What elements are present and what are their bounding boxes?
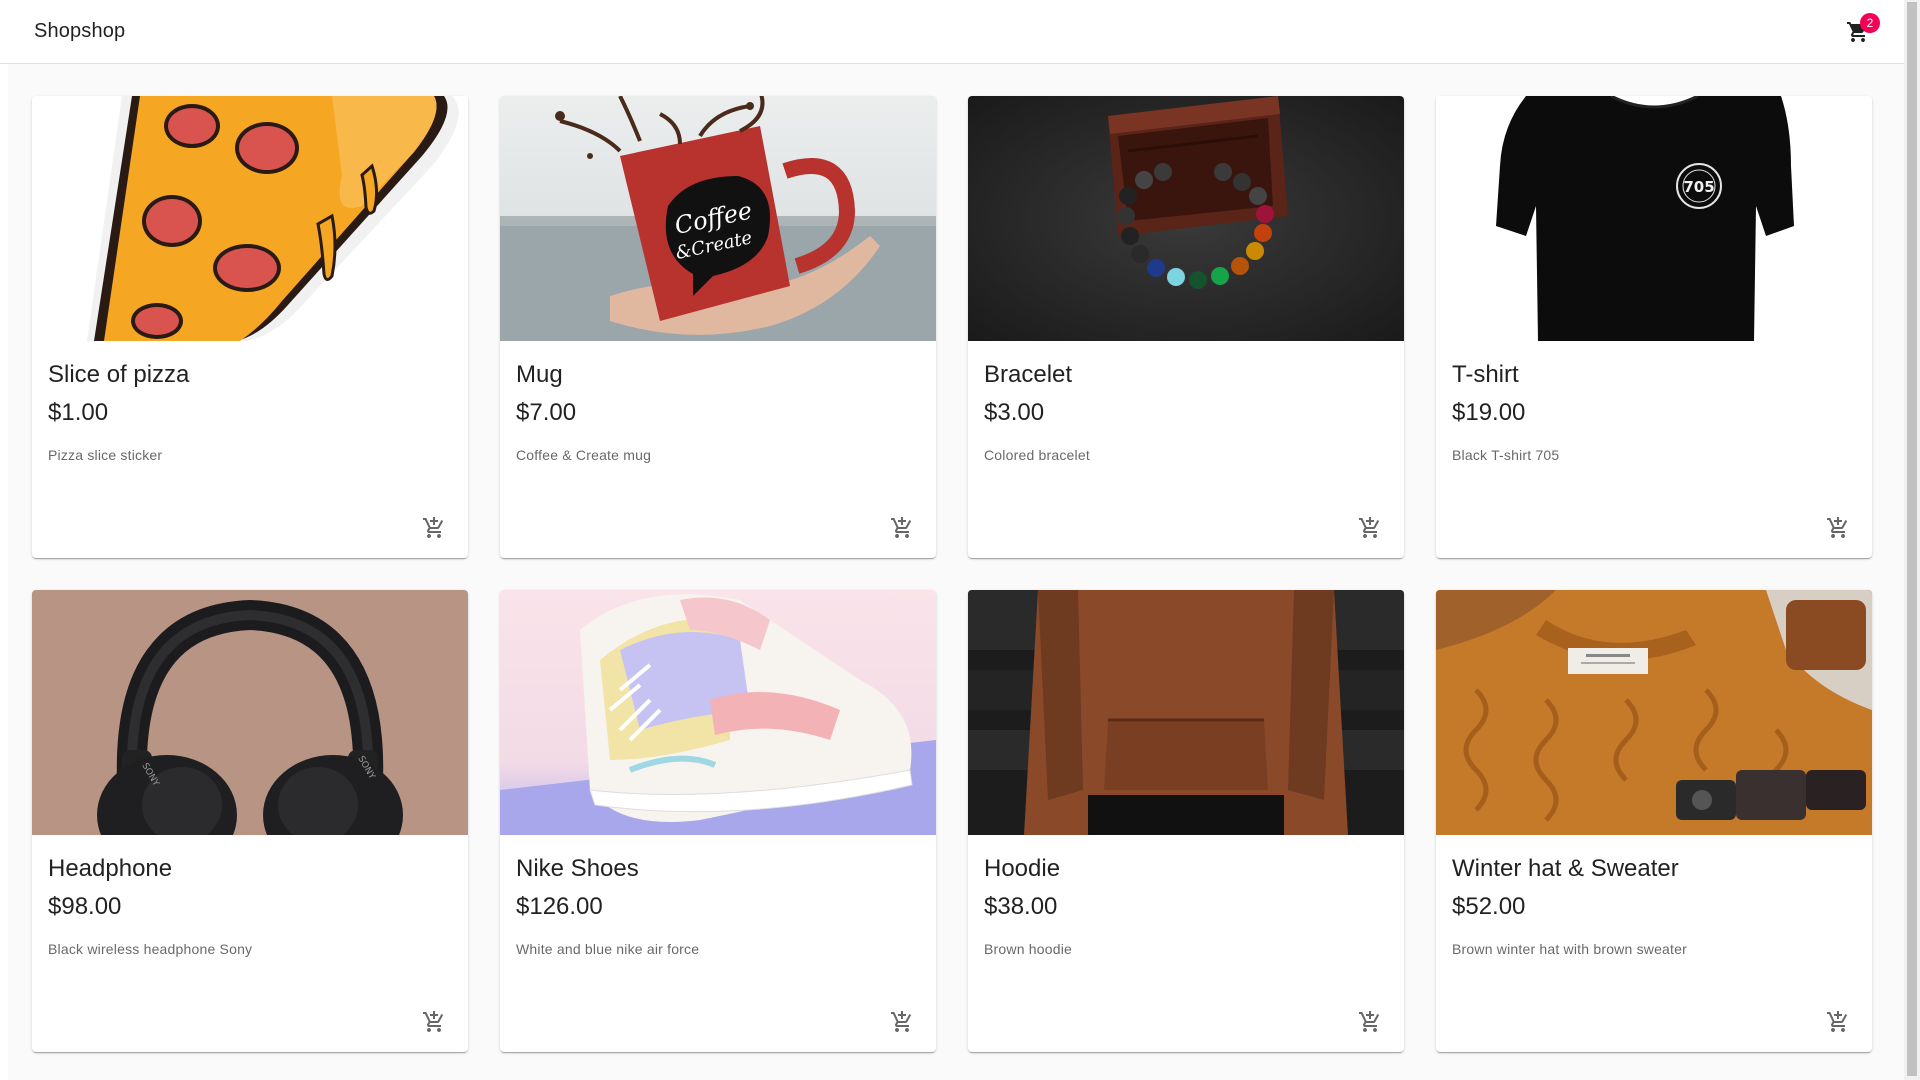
product-card: Bracelet $3.00 Colored bracelet bbox=[968, 96, 1404, 558]
product-price: $19.00 bbox=[1452, 398, 1526, 426]
card-content: Slice of pizza $1.00 Pizza slice sticker bbox=[32, 341, 468, 463]
card-content: Hoodie $38.00 Brown hoodie bbox=[968, 835, 1404, 957]
shoes-image bbox=[500, 590, 936, 835]
add-to-cart-button[interactable] bbox=[414, 508, 454, 548]
tshirt-logo-text: 705 bbox=[1683, 178, 1714, 196]
product-grid: Slice of pizza $1.00 Pizza slice sticker bbox=[32, 96, 1872, 1052]
add-shopping-cart-icon bbox=[891, 1011, 912, 1032]
product-card: Hoodie $38.00 Brown hoodie bbox=[968, 590, 1404, 1052]
product-price: $3.00 bbox=[984, 398, 1045, 426]
product-title[interactable]: Mug bbox=[516, 359, 920, 391]
product-image-shoes[interactable] bbox=[500, 590, 936, 835]
add-to-cart-button[interactable] bbox=[882, 508, 922, 548]
add-shopping-cart-icon bbox=[423, 1011, 444, 1032]
tshirt-image: 705 bbox=[1436, 96, 1872, 341]
product-image-tshirt[interactable]: 705 bbox=[1436, 96, 1872, 341]
add-shopping-cart-icon bbox=[423, 517, 444, 538]
product-card: 705 T-shirt $19.00 Black T-shirt 705 bbox=[1436, 96, 1872, 558]
product-image-mug[interactable]: Coffee &Create bbox=[500, 96, 936, 341]
product-description: Black wireless headphone Sony bbox=[48, 940, 253, 957]
cart-button[interactable]: 2 bbox=[1838, 12, 1880, 52]
add-to-cart-button[interactable] bbox=[1350, 1002, 1390, 1042]
product-card: Winter hat & Sweater $52.00 Brown winter… bbox=[1436, 590, 1872, 1052]
add-to-cart-button[interactable] bbox=[414, 1002, 454, 1042]
headphone-image: SONY SONY bbox=[32, 590, 468, 835]
product-card: Coffee &Create Mug $7.00 Coffee & Create… bbox=[500, 96, 936, 558]
add-shopping-cart-icon bbox=[1359, 517, 1380, 538]
card-content: Headphone $98.00 Black wireless headphon… bbox=[32, 835, 468, 957]
card-content: Mug $7.00 Coffee & Create mug bbox=[500, 341, 936, 463]
add-to-cart-button[interactable] bbox=[1818, 1002, 1858, 1042]
product-price: $1.00 bbox=[48, 398, 109, 426]
product-image-pizza[interactable] bbox=[32, 96, 468, 341]
add-shopping-cart-icon bbox=[1827, 517, 1848, 538]
add-shopping-cart-icon bbox=[891, 517, 912, 538]
add-shopping-cart-icon bbox=[1827, 1011, 1848, 1032]
add-to-cart-button[interactable] bbox=[1350, 508, 1390, 548]
app-bar: Shopshop 2 bbox=[0, 0, 1904, 64]
product-price: $7.00 bbox=[516, 398, 577, 426]
card-content: Bracelet $3.00 Colored bracelet bbox=[968, 341, 1404, 463]
product-image-bracelet[interactable] bbox=[968, 96, 1404, 341]
product-title[interactable]: Nike Shoes bbox=[516, 853, 920, 885]
bracelet-image bbox=[968, 96, 1404, 341]
product-description: Black T-shirt 705 bbox=[1452, 446, 1560, 463]
product-price: $52.00 bbox=[1452, 892, 1526, 920]
vertical-scrollbar[interactable] bbox=[1904, 0, 1920, 1080]
add-to-cart-button[interactable] bbox=[882, 1002, 922, 1042]
add-shopping-cart-icon bbox=[1359, 1011, 1380, 1032]
product-image-hoodie[interactable] bbox=[968, 590, 1404, 835]
card-content: Nike Shoes $126.00 White and blue nike a… bbox=[500, 835, 936, 957]
product-image-sweater[interactable] bbox=[1436, 590, 1872, 835]
pizza-image bbox=[32, 96, 468, 341]
product-description: Brown hoodie bbox=[984, 940, 1073, 957]
cart-count-badge: 2 bbox=[1860, 12, 1880, 33]
card-content: Winter hat & Sweater $52.00 Brown winter… bbox=[1436, 835, 1872, 957]
product-price: $38.00 bbox=[984, 892, 1058, 920]
product-description: Pizza slice sticker bbox=[48, 446, 163, 463]
product-description: Coffee & Create mug bbox=[516, 446, 652, 463]
product-title[interactable]: Bracelet bbox=[984, 359, 1388, 391]
product-price: $126.00 bbox=[516, 892, 603, 920]
mug-image: Coffee &Create bbox=[500, 96, 936, 341]
product-title[interactable]: T-shirt bbox=[1452, 359, 1856, 391]
product-card: Nike Shoes $126.00 White and blue nike a… bbox=[500, 590, 936, 1052]
product-title[interactable]: Slice of pizza bbox=[48, 359, 452, 391]
product-image-headphone[interactable]: SONY SONY bbox=[32, 590, 468, 835]
card-content: T-shirt $19.00 Black T-shirt 705 bbox=[1436, 341, 1872, 463]
left-gutter bbox=[0, 64, 8, 1080]
hoodie-image bbox=[968, 590, 1404, 835]
product-card: Slice of pizza $1.00 Pizza slice sticker bbox=[32, 96, 468, 558]
product-title[interactable]: Headphone bbox=[48, 853, 452, 885]
add-to-cart-button[interactable] bbox=[1818, 508, 1858, 548]
product-title[interactable]: Winter hat & Sweater bbox=[1452, 853, 1856, 885]
app-title[interactable]: Shopshop bbox=[34, 20, 125, 43]
product-description: Brown winter hat with brown sweater bbox=[1452, 940, 1687, 957]
product-description: Colored bracelet bbox=[984, 446, 1090, 463]
product-title[interactable]: Hoodie bbox=[984, 853, 1388, 885]
scrollbar-thumb[interactable] bbox=[1907, 2, 1917, 1076]
product-description: White and blue nike air force bbox=[516, 940, 700, 957]
sweater-image bbox=[1436, 590, 1872, 835]
product-card: SONY SONY Headphone $98.00 Black wireles… bbox=[32, 590, 468, 1052]
product-price: $98.00 bbox=[48, 892, 122, 920]
